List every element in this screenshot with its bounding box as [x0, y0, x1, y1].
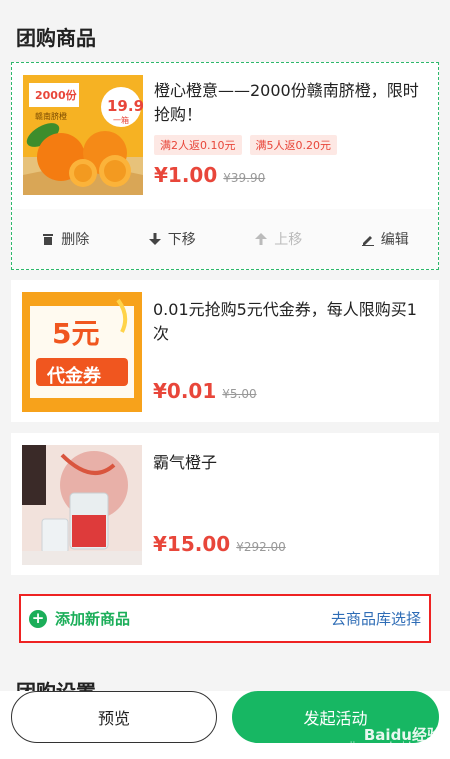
edit-label: 编辑	[380, 232, 409, 248]
arrow-down-icon	[148, 233, 161, 245]
product-title: 0.01元抢购5元代金券，每人限购买1次	[153, 300, 417, 343]
product-card-1[interactable]: 19.9 一箱 2000份 赣南脐橙 橙心橙意——2000份赣南脐橙，限时抢购！…	[11, 62, 439, 270]
image-badge-price: 19.9	[107, 97, 143, 115]
preview-button[interactable]: 预览	[11, 691, 217, 743]
watermark-url: jingyan.baidu.com	[349, 741, 442, 752]
image-banner-text: 2000份	[35, 89, 77, 102]
drink-illustration	[22, 445, 142, 565]
original-price: ¥39.90	[223, 171, 266, 185]
product-card-2[interactable]: 5元 代金券 0.01元抢购5元代金券，每人限购买1次 ¥0.01 ¥5.00	[11, 280, 439, 422]
product-title: 霸气橙子	[153, 453, 218, 472]
rebate-tag: 满5人返0.20元	[249, 135, 337, 155]
price-row: ¥15.00 ¥292.00	[153, 532, 286, 556]
voucher-amount: 5元	[52, 317, 100, 350]
product-image-voucher: 5元 代金券	[22, 292, 142, 412]
product-card-3[interactable]: 霸气橙子 ¥15.00 ¥292.00	[11, 433, 439, 575]
pencil-icon	[361, 236, 374, 246]
product-title: 橙心橙意——2000份赣南脐橙，限时抢购！	[154, 81, 419, 124]
image-badge-unit: 一箱	[113, 116, 129, 125]
arrow-up-icon	[255, 233, 268, 245]
baidu-watermark: Baidu经验 jingyan.baidu.com	[349, 726, 442, 753]
current-price: ¥15.00	[153, 532, 231, 556]
image-caption-text: 赣南脐橙	[35, 112, 67, 121]
product-image-drink	[22, 445, 142, 565]
product-library-link[interactable]: 去商品库选择	[331, 608, 421, 629]
product-image-oranges: 19.9 一箱 2000份 赣南脐橙	[23, 75, 143, 195]
voucher-illustration	[22, 292, 142, 412]
rebate-tags: 满2人返0.10元 满5人返0.20元	[154, 135, 337, 155]
move-down-label: 下移	[167, 232, 196, 248]
move-down-button[interactable]: 下移	[148, 229, 196, 249]
watermark-brand: Baidu经验	[363, 726, 442, 744]
original-price: ¥292.00	[236, 540, 286, 554]
add-new-product-button[interactable]: + 添加新商品	[29, 608, 130, 629]
voucher-label: 代金券	[47, 366, 101, 387]
rebate-tag: 满2人返0.10元	[154, 135, 242, 155]
edit-button[interactable]: 编辑	[361, 229, 409, 249]
add-product-row: + 添加新商品 去商品库选择	[19, 594, 431, 643]
product-actions: 删除 下移 上移 编辑	[12, 209, 438, 269]
move-up-button[interactable]: 上移	[254, 229, 302, 249]
move-up-label: 上移	[274, 232, 303, 248]
launch-activity-label: 发起活动	[303, 709, 368, 728]
delete-label: 删除	[61, 232, 90, 248]
section-title-group-products: 团购商品	[16, 26, 96, 50]
delete-button[interactable]: 删除	[41, 229, 89, 249]
price-row: ¥1.00 ¥39.90	[154, 163, 265, 187]
current-price: ¥0.01	[153, 379, 217, 403]
price-row: ¥0.01 ¥5.00	[153, 379, 257, 403]
plus-circle-icon: +	[29, 609, 47, 628]
trash-icon	[43, 234, 54, 245]
original-price: ¥5.00	[222, 387, 257, 401]
bottom-action-bar: 预览 发起活动 Baidu经验 jingyan.baidu.com	[0, 691, 450, 759]
current-price: ¥1.00	[154, 163, 218, 187]
add-new-product-label: 添加新商品	[55, 610, 131, 628]
